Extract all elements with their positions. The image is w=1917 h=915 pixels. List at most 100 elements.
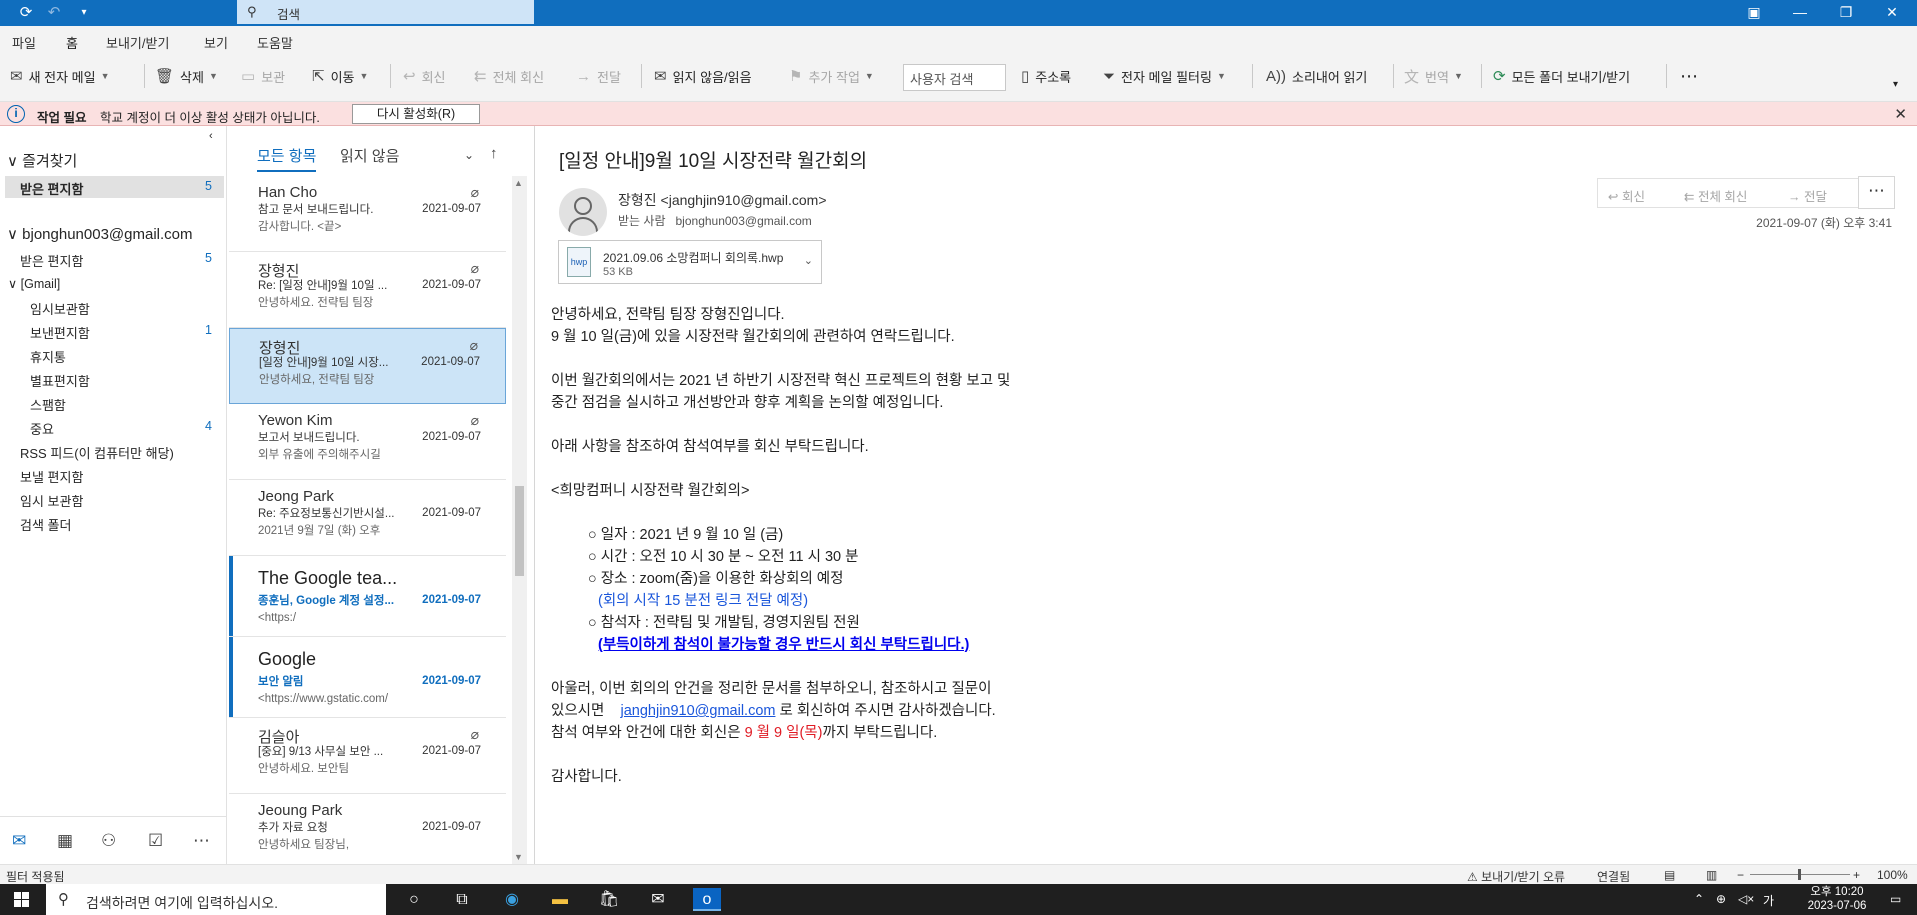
email-link[interactable]: janghjin910@gmail.com: [621, 703, 776, 719]
filter-mail-button[interactable]: ⏷ 전자 메일 필터링 ▼: [1103, 64, 1226, 88]
tab-all-items[interactable]: 모든 항목: [257, 145, 317, 172]
normal-view-icon[interactable]: ▤: [1664, 868, 1675, 882]
message-list-item[interactable]: 김슬아 [중요] 9/13 사무실 보안 ... 안녕하세요. 보안팀 2021-09…: [229, 718, 506, 794]
edge-browser-icon[interactable]: ◉: [498, 888, 526, 911]
message-reply-button[interactable]: ↩ 회신: [1608, 186, 1645, 205]
task-view-icon[interactable]: ⧉: [448, 888, 476, 911]
close-window-button[interactable]: ✕: [1869, 0, 1915, 26]
sync-icon[interactable]: ⟳: [15, 3, 37, 23]
undo-icon[interactable]: ↶: [43, 3, 65, 23]
folder-outbox[interactable]: 보낼 편지함: [20, 467, 83, 486]
menu-help[interactable]: 도움말: [257, 33, 293, 52]
favorites-header[interactable]: ∨ 즐겨찾기: [7, 150, 77, 171]
folder-starred[interactable]: 별표편지함: [30, 371, 90, 390]
more-apps-icon[interactable]: ⋯: [193, 831, 210, 851]
translate-button[interactable]: 文 번역 ▼: [1404, 64, 1463, 88]
scrollbar-thumb[interactable]: [515, 486, 524, 576]
reply-all-button[interactable]: ⇇ 전체 회신: [474, 64, 544, 88]
message-list-item[interactable]: Google 보안 알림 <https://www.gstatic.com/2021…: [229, 637, 506, 718]
sort-direction-icon[interactable]: ↑: [490, 145, 498, 162]
network-icon[interactable]: ⊕: [1716, 892, 1726, 906]
archive-button[interactable]: ▭ 보관: [241, 64, 285, 88]
maximize-button[interactable]: ❐: [1823, 0, 1869, 26]
message-list-item[interactable]: Han Cho 참고 문서 보내드립니다. 감사합니다. <끝> 2021-09-07…: [229, 176, 506, 252]
reply-button[interactable]: ↩ 회신: [403, 64, 446, 88]
reading-view-icon[interactable]: ▥: [1706, 868, 1717, 882]
new-mail-button[interactable]: ✉ 새 전자 메일 ▼: [10, 64, 110, 88]
gmail-group-header[interactable]: ∨ [Gmail]: [8, 276, 60, 291]
taskbar-search-box[interactable]: ⚲ 검색하려면 여기에 입력하십시오.: [46, 884, 386, 915]
message-list-item[interactable]: The Google tea... 종훈님, Google 계정 설정... <ht…: [229, 556, 506, 637]
menu-send-receive[interactable]: 보내기/받기: [106, 33, 169, 52]
attachment-card[interactable]: hwp 2021.09.06 소망컴퍼니 회의록.hwp 53 KB ⌄: [558, 240, 822, 284]
message-list-item[interactable]: Yewon Kim 보고서 보내드립니다. 외부 유출에 주의해주시길 2021-09…: [229, 404, 506, 480]
avatar[interactable]: [559, 188, 607, 236]
cortana-icon[interactable]: ○: [400, 888, 428, 911]
message-list-scrollbar[interactable]: ▲ ▼: [512, 176, 527, 864]
message-list-item[interactable]: Jeoung Park 추가 자료 요청 안녕하세요 팀장님, 2021-09-07: [229, 794, 506, 870]
minimize-button[interactable]: —: [1777, 0, 1823, 26]
account-header[interactable]: ∨ bjonghun003@gmail.com: [7, 225, 193, 243]
read-aloud-button[interactable]: A)) 소리내어 읽기: [1266, 64, 1367, 88]
folder-search-folders[interactable]: 검색 폴더: [20, 515, 71, 534]
scroll-down-icon[interactable]: ▼: [514, 852, 523, 862]
folder-important[interactable]: 중요: [30, 419, 54, 438]
ribbon-display-options-button[interactable]: ▣: [1731, 0, 1777, 26]
title-search-box[interactable]: ⚲ 검색: [237, 0, 534, 24]
folder-inbox[interactable]: 받은 편지함: [20, 251, 83, 270]
sort-chevron-icon[interactable]: ⌄: [464, 148, 474, 162]
tasks-icon[interactable]: ☑: [148, 831, 163, 851]
folder-spam[interactable]: 스팸함: [30, 395, 66, 414]
windows-start-icon[interactable]: [14, 892, 29, 907]
message-forward-button[interactable]: → 전달: [1788, 186, 1827, 205]
folder-temp-drafts[interactable]: 임시 보관함: [20, 491, 83, 510]
ribbon-more-button[interactable]: ⋯: [1680, 64, 1698, 88]
calendar-icon[interactable]: ▦: [57, 831, 73, 851]
mail-app-icon[interactable]: ✉: [644, 888, 672, 911]
delete-button[interactable]: 🗑 삭제 ▼: [155, 64, 218, 88]
ime-indicator[interactable]: 가: [1763, 892, 1774, 909]
scroll-up-icon[interactable]: ▲: [514, 178, 523, 188]
move-button[interactable]: ⇱ 이동 ▼: [312, 64, 368, 88]
message-list-item[interactable]: Jeong Park Re: 주요정보통신기반시설... 2021년 9월 7일 (…: [229, 480, 506, 556]
zoom-out-icon[interactable]: −: [1737, 868, 1744, 882]
collapse-ribbon-icon[interactable]: ▾: [1893, 72, 1898, 96]
tab-unread[interactable]: 읽지 않음: [340, 145, 399, 166]
more-actions-button[interactable]: ⚑ 추가 작업 ▼: [789, 64, 874, 88]
message-reply-all-button[interactable]: ⇇ 전체 회신: [1684, 186, 1747, 205]
mail-icon[interactable]: ✉: [12, 831, 26, 851]
address-book-button[interactable]: ▯ 주소록: [1021, 64, 1071, 88]
message-list-item[interactable]: 장형진 Re: [일정 안내]9월 10일 ... 안녕하세요. 전략팀 팀장 202…: [229, 252, 506, 328]
forward-button[interactable]: → 전달: [576, 64, 621, 88]
reactivate-button[interactable]: 다시 활성화(R): [352, 104, 480, 124]
to-value[interactable]: bjonghun003@gmail.com: [676, 214, 812, 228]
customize-toolbar-icon[interactable]: ▾: [73, 3, 95, 23]
folder-rss[interactable]: RSS 피드(이 컴퓨터만 해당): [20, 443, 174, 462]
collapse-pane-icon[interactable]: ‹: [209, 130, 213, 142]
send-receive-error[interactable]: ⚠ 보내기/받기 오류: [1467, 868, 1565, 885]
outlook-icon[interactable]: o: [693, 888, 721, 911]
folder-drafts[interactable]: 임시보관함: [30, 299, 90, 318]
zoom-in-icon[interactable]: +: [1853, 868, 1860, 882]
send-receive-all-button[interactable]: ⟳ 모든 폴더 보내기/받기: [1493, 64, 1630, 88]
message-sender[interactable]: 장형진 <janghjin910@gmail.com>: [618, 190, 827, 210]
folder-trash[interactable]: 휴지통: [30, 347, 66, 366]
menu-file[interactable]: 파일: [12, 33, 36, 52]
zoom-slider-thumb[interactable]: [1798, 869, 1801, 880]
message-list-item[interactable]: 장형진 [일정 안내]9월 10일 시장... 안녕하세요, 전략팀 팀장 2021-…: [229, 328, 506, 404]
notification-icon[interactable]: ▭: [1890, 892, 1901, 906]
tray-chevron-icon[interactable]: ⌃: [1694, 892, 1704, 906]
close-icon[interactable]: ✕: [1894, 105, 1907, 123]
file-explorer-icon[interactable]: ▬: [546, 888, 574, 911]
system-clock[interactable]: 오후 10:20 2023-07-06: [1797, 885, 1877, 913]
chevron-down-icon[interactable]: ⌄: [804, 254, 813, 267]
favorites-inbox-item[interactable]: 받은 편지함 5: [5, 176, 224, 198]
store-icon[interactable]: 🛍: [595, 888, 623, 911]
message-more-button[interactable]: ⋯: [1858, 176, 1895, 209]
volume-icon[interactable]: ◁×: [1738, 892, 1754, 906]
folder-sent[interactable]: 보낸편지함: [30, 323, 90, 342]
read-unread-button[interactable]: ✉ 읽지 않음/읽음: [654, 64, 752, 88]
user-search-input[interactable]: 사용자 검색: [903, 64, 1006, 91]
menu-view[interactable]: 보기: [204, 33, 228, 52]
people-icon[interactable]: ⚇: [101, 831, 116, 851]
